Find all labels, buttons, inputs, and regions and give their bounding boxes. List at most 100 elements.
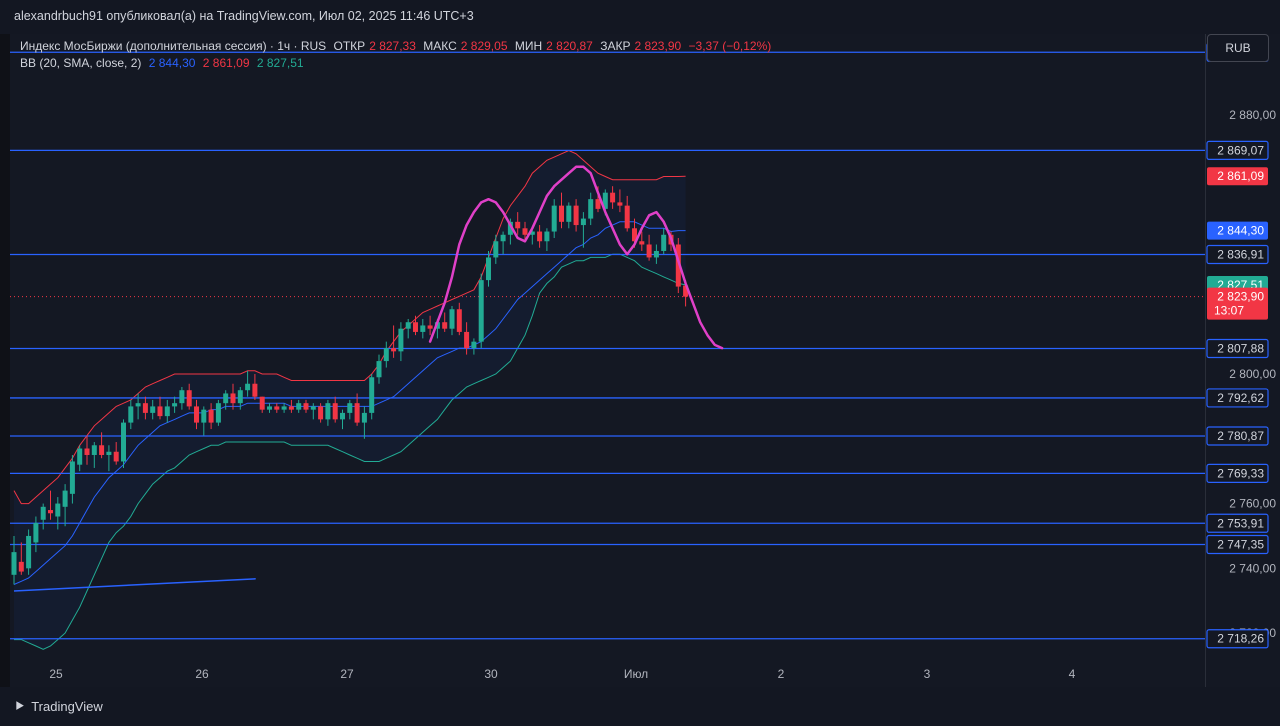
price-badge-label: 2 823,90 bbox=[1217, 290, 1264, 304]
candle-body bbox=[653, 250, 659, 258]
candle-body bbox=[610, 192, 616, 203]
chart-legend: Индекс МосБиржи (дополнительная сессия) … bbox=[20, 38, 775, 72]
open-label: ОТКР bbox=[333, 39, 366, 53]
publish-info: alexandrbuch91 опубликовал(а) на Trading… bbox=[14, 9, 474, 23]
candle-body bbox=[252, 383, 258, 397]
candle-body bbox=[106, 451, 112, 455]
level-badge[interactable]: 2 792,62 bbox=[1206, 388, 1269, 408]
low-value: 2 820,87 bbox=[546, 39, 593, 53]
bb-lower-value: 2 827,51 bbox=[256, 56, 304, 70]
tradingview-logo-text: TradingView bbox=[31, 699, 103, 714]
change-value: −3,37 (−0,12%) bbox=[688, 39, 772, 53]
candle-body bbox=[69, 461, 75, 494]
x-axis-strip bbox=[10, 661, 1205, 687]
candle-body bbox=[84, 448, 90, 455]
candle-body bbox=[515, 221, 521, 229]
close-value: 2 823,90 bbox=[634, 39, 682, 53]
candle-body bbox=[48, 510, 53, 514]
level-badge[interactable]: 2 747,35 bbox=[1206, 534, 1269, 555]
footer: ⯈ TradingView bbox=[0, 687, 1280, 726]
candle[interactable] bbox=[121, 419, 126, 468]
candle-body bbox=[493, 241, 499, 258]
price-badge-timer: 13:07 bbox=[1214, 304, 1244, 318]
candle-body bbox=[267, 406, 272, 410]
candle-body bbox=[135, 403, 141, 407]
candle-body bbox=[486, 257, 491, 281]
level-badge[interactable]: 2 753,91 bbox=[1206, 513, 1269, 533]
level-badge-label: 2 869,07 bbox=[1217, 143, 1264, 157]
candle-body bbox=[303, 403, 309, 410]
candle-body bbox=[442, 322, 448, 329]
x-tick-label: 4 bbox=[1069, 667, 1076, 681]
candle-body bbox=[449, 309, 455, 329]
x-axis-ticks: 25 26 27 30 Июл 2 3 4 bbox=[10, 661, 1205, 687]
currency-button[interactable]: RUB bbox=[1207, 34, 1269, 62]
candle-body bbox=[318, 406, 324, 420]
candle-body bbox=[150, 406, 156, 413]
chart-area[interactable]: 25 26 27 30 Июл 2 3 4 bbox=[10, 34, 1205, 687]
top-bar: alexandrbuch91 опубликовал(а) на Trading… bbox=[0, 0, 1280, 34]
bb-basis-value: 2 844,30 bbox=[148, 56, 196, 70]
candle[interactable] bbox=[369, 374, 375, 420]
price-scale-canvas: 2 880,002 800,002 760,002 740,002 720,00… bbox=[1206, 42, 1276, 649]
candle-body bbox=[361, 412, 367, 423]
candle-body bbox=[646, 244, 652, 258]
candle[interactable] bbox=[215, 399, 221, 426]
tradingview-logo-icon: ⯈ bbox=[14, 698, 26, 714]
legend-ohlc-row: Индекс МосБиржи (дополнительная сессия) … bbox=[20, 38, 775, 55]
candle-body bbox=[194, 406, 199, 423]
level-badge[interactable]: 2 718,26 bbox=[1206, 629, 1269, 649]
candle-body bbox=[325, 403, 331, 420]
level-badge[interactable]: 2 869,07 bbox=[1206, 140, 1269, 160]
candle-body bbox=[405, 322, 411, 329]
price-badge: 2 861,09 bbox=[1207, 167, 1268, 186]
x-tick-label: Июл bbox=[624, 667, 648, 681]
level-badge-label: 2 807,88 bbox=[1217, 342, 1264, 356]
x-tick-label: 30 bbox=[484, 667, 498, 681]
y-tick-label: 2 880,00 bbox=[1229, 108, 1276, 122]
candle-body bbox=[164, 406, 170, 417]
candle[interactable] bbox=[26, 529, 32, 575]
price-badge: 2 844,30 bbox=[1207, 221, 1268, 240]
candle-body bbox=[500, 234, 506, 242]
candle-body bbox=[230, 393, 236, 404]
level-badge-label: 2 718,26 bbox=[1217, 632, 1264, 646]
candle-body bbox=[26, 535, 32, 569]
candle-body bbox=[288, 406, 294, 410]
price-scale[interactable]: 2 880,002 800,002 760,002 740,002 720,00… bbox=[1205, 34, 1280, 687]
price-badge: 2 823,9013:07 bbox=[1207, 287, 1268, 320]
level-badge[interactable]: 2 836,91 bbox=[1206, 244, 1269, 265]
level-badge[interactable]: 2 780,87 bbox=[1206, 426, 1269, 446]
level-badge-label: 2 753,91 bbox=[1217, 516, 1264, 530]
level-badge-label: 2 792,62 bbox=[1217, 391, 1264, 405]
legend-bb-row: BB (20, SMA, close, 2) 2 844,30 2 861,09… bbox=[20, 55, 775, 72]
candle-body bbox=[33, 522, 39, 543]
candle-body bbox=[40, 506, 46, 520]
candle-body bbox=[237, 390, 243, 404]
candle-body bbox=[142, 403, 148, 413]
level-badge-label: 2 780,87 bbox=[1217, 429, 1264, 443]
candle-body bbox=[551, 205, 557, 232]
x-tick-label: 3 bbox=[924, 667, 931, 681]
candle-body bbox=[215, 403, 221, 423]
candle-body bbox=[354, 403, 360, 423]
candle-body bbox=[617, 202, 623, 206]
candle-body bbox=[559, 205, 564, 222]
candle-body bbox=[588, 199, 594, 219]
high-label: МАКС bbox=[423, 39, 457, 53]
y-tick-label: 2 800,00 bbox=[1229, 367, 1276, 381]
candle-body bbox=[99, 445, 105, 455]
candle-body bbox=[456, 309, 462, 332]
level-badge[interactable]: 2 769,33 bbox=[1206, 463, 1269, 483]
candle-body bbox=[573, 205, 579, 226]
candle-body bbox=[296, 403, 302, 410]
candle-body bbox=[245, 383, 251, 391]
candle[interactable] bbox=[478, 273, 484, 349]
chart-canvas[interactable]: 25 26 27 30 Июл 2 3 4 bbox=[10, 34, 1205, 687]
candle-body bbox=[639, 241, 645, 245]
candle-body bbox=[580, 218, 586, 226]
candle-body bbox=[376, 361, 382, 378]
tradingview-logo[interactable]: ⯈ TradingView bbox=[14, 698, 103, 715]
candle-body bbox=[478, 280, 484, 342]
level-badge[interactable]: 2 807,88 bbox=[1206, 338, 1269, 359]
